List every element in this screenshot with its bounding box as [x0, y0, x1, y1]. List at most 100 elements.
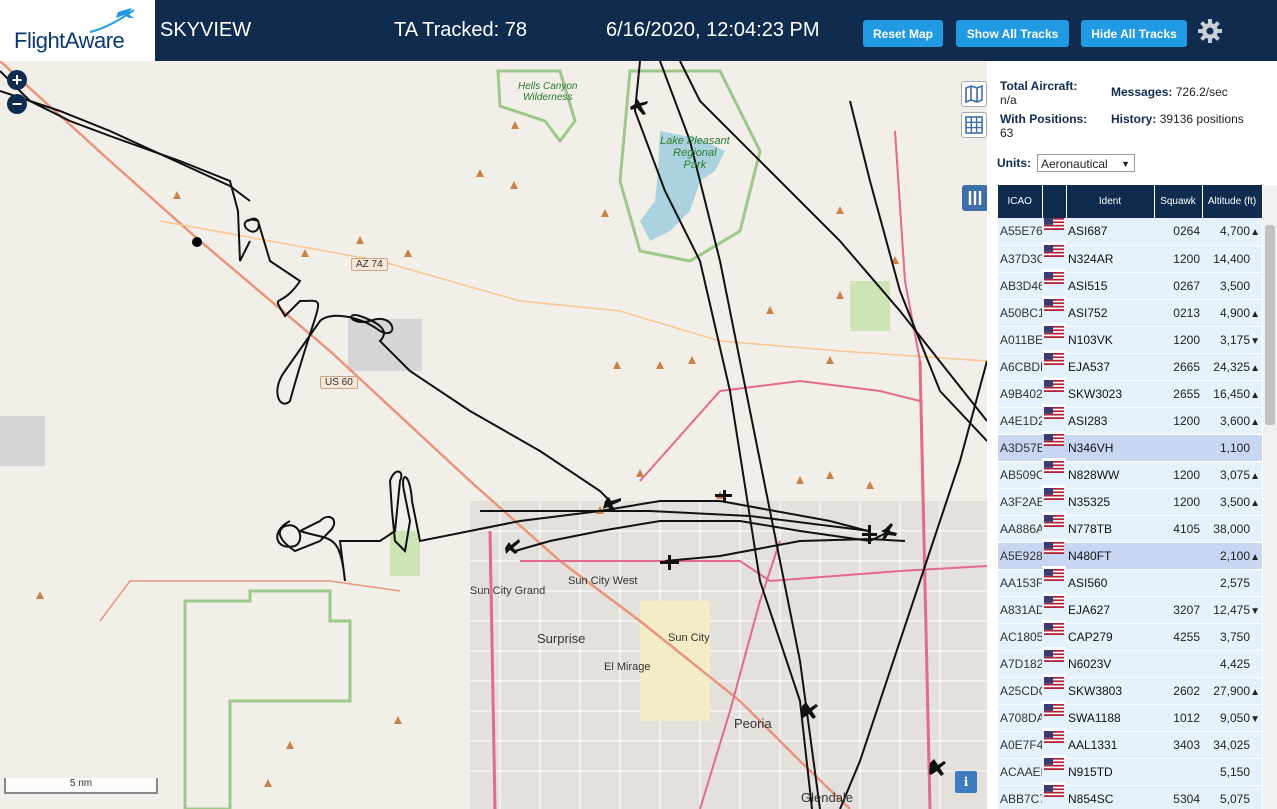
- us-flag-icon: [1044, 785, 1064, 797]
- ident-cell: N6023V: [1066, 650, 1154, 678]
- map-grid-button[interactable]: [961, 112, 987, 138]
- altitude-cell: 2,100▲: [1202, 542, 1262, 570]
- squawk-cell: 1200: [1154, 407, 1202, 435]
- table-row[interactable]: A50BC1 ASI752 0213 4,900▲: [998, 299, 1262, 327]
- table-row[interactable]: A6CBDDEJA537266524,325▲: [998, 353, 1262, 381]
- icao-cell: A25CDC: [998, 677, 1042, 705]
- icao-column-header[interactable]: ICAO: [998, 185, 1043, 218]
- reset-map-button[interactable]: Reset Map: [863, 20, 943, 47]
- table-row[interactable]: AB509C N828WW 1200 3,075▲: [998, 461, 1262, 489]
- icao-cell: A50BC1: [998, 299, 1042, 327]
- squawk-column-header[interactable]: Squawk: [1154, 185, 1203, 218]
- altitude-cell: 16,450▲: [1202, 380, 1262, 408]
- table-row[interactable]: A4E1D2 ASI283 1200 3,600▲: [998, 407, 1262, 435]
- el-mirage-label: El Mirage: [604, 661, 651, 673]
- table-row[interactable]: AA153F ASI560 2,575: [998, 569, 1262, 597]
- show-all-tracks-button[interactable]: Show All Tracks: [956, 20, 1069, 47]
- us-flag-icon: [1042, 245, 1066, 270]
- hide-all-tracks-button[interactable]: Hide All Tracks: [1081, 20, 1187, 47]
- map-icon: [965, 84, 983, 104]
- icao-cell: A9B402: [998, 380, 1042, 408]
- us-flag-icon: [1042, 569, 1066, 594]
- flag-column-header[interactable]: [1042, 185, 1067, 218]
- total-aircraft-value: n/a: [1000, 93, 1017, 107]
- altitude-value: 9,050: [1219, 710, 1250, 725]
- lake-pleasant-label: Lake Pleasant Regional Park: [660, 135, 730, 171]
- table-row[interactable]: ABB7C7 N854SC 5304 5,075: [998, 785, 1262, 809]
- altitude-cell: 3,500▲: [1202, 488, 1262, 516]
- altitude-cell: 3,600▲: [1202, 407, 1262, 435]
- us-flag-icon: [1042, 677, 1066, 702]
- table-row[interactable]: A7D182 N6023V 4,425: [998, 650, 1262, 678]
- table-row[interactable]: A3D57B N346VH 1,100: [998, 434, 1262, 462]
- icao-cell: A37D3C: [998, 245, 1042, 273]
- altitude-trend-icon: ▲: [1250, 416, 1260, 428]
- zoom-out-button[interactable]: −: [7, 94, 27, 114]
- info-button[interactable]: i: [955, 771, 977, 793]
- total-aircraft-stat: Total Aircraft: n/a: [1000, 79, 1077, 107]
- gear-icon[interactable]: [1196, 17, 1224, 45]
- squawk-cell: 2665: [1154, 353, 1202, 381]
- ident-cell: N35325: [1066, 488, 1154, 516]
- icao-cell: A6CBDD: [998, 353, 1042, 381]
- loop303-north: [639, 379, 921, 482]
- table-row[interactable]: A37D3C N324AR 1200 14,400: [998, 245, 1262, 273]
- table-row[interactable]: A25CDCSKW3803260227,900▲: [998, 677, 1262, 705]
- zoom-in-button[interactable]: +: [7, 70, 27, 90]
- ident-cell: CAP279: [1066, 623, 1154, 651]
- aircraft-table: ICAO Ident Squawk Altitude (ft) A55E76 AS…: [998, 185, 1263, 809]
- map-view[interactable]: Hells Canyon Wilderness Lake Pleasant Regi…: [0, 61, 987, 809]
- table-row[interactable]: A9B402 SKW3023 2655 16,450▲: [998, 380, 1262, 408]
- table-row[interactable]: A55E76 ASI687 0264 4,700▲: [998, 218, 1262, 246]
- table-scrollbar[interactable]: [1263, 185, 1277, 809]
- altitude-column-header[interactable]: Altitude (ft): [1202, 185, 1263, 218]
- units-select[interactable]: Aeronautical ▼: [1037, 154, 1135, 172]
- az74-shield: AZ 74: [351, 258, 388, 271]
- us-flag-icon: [1042, 272, 1066, 297]
- altitude-value: 3,175: [1219, 332, 1250, 347]
- altitude-cell: 1,100: [1202, 434, 1262, 462]
- us-flag-icon: [1044, 488, 1064, 500]
- us-flag-icon: [1042, 326, 1066, 351]
- table-row[interactable]: AA886A N778TB 4105 38,000: [998, 515, 1262, 543]
- scrollbar-thumb[interactable]: [1265, 225, 1275, 425]
- icao-cell: AB3D46: [998, 272, 1042, 300]
- ident-column-header[interactable]: Ident: [1066, 185, 1155, 218]
- icao-cell: AC1805: [998, 623, 1042, 651]
- altitude-cell: 34,025: [1202, 731, 1262, 759]
- flightaware-logo[interactable]: FlightAware: [0, 0, 155, 61]
- ident-cell: N915TD: [1066, 758, 1154, 786]
- green-area: [850, 281, 890, 331]
- icao-cell: A011BE: [998, 326, 1042, 354]
- table-row[interactable]: A3F2AE N35325 1200 3,500▲: [998, 488, 1262, 516]
- us-flag-icon: [1044, 299, 1064, 311]
- table-row[interactable]: A0E7F4 AAL1331 3403 34,025: [998, 731, 1262, 759]
- map-layers-button[interactable]: [961, 81, 987, 107]
- table-row[interactable]: AC1805 CAP279 4255 3,750: [998, 623, 1262, 651]
- table-row[interactable]: A5E928 N480FT 2,100▲: [998, 542, 1262, 570]
- column-toggle-button[interactable]: [962, 185, 987, 211]
- table-row[interactable]: A011BE N103VK 1200 3,175▼: [998, 326, 1262, 354]
- altitude-cell: 12,475▼: [1202, 596, 1262, 624]
- table-row[interactable]: AB3D46 ASI515 0267 3,500: [998, 272, 1262, 300]
- table-row[interactable]: ACAAEB N915TD 5,150: [998, 758, 1262, 786]
- altitude-cell: 3,750: [1202, 623, 1262, 651]
- squawk-cell: [1154, 434, 1202, 462]
- table-row[interactable]: A708DA SWA1188 1012 9,050▼: [998, 704, 1262, 732]
- altitude-trend-icon: ▲: [1250, 551, 1260, 563]
- logo-text: FlightAware: [14, 28, 125, 53]
- map-canvas[interactable]: [0, 61, 987, 809]
- icao-cell: A55E76: [998, 218, 1042, 246]
- table-row[interactable]: A831AD EJA627 3207 12,475▼: [998, 596, 1262, 624]
- sun-city-grand-label: Sun City Grand: [470, 585, 546, 597]
- with-positions-stat: With Positions: 63: [1000, 112, 1087, 140]
- altitude-cell: 38,000: [1202, 515, 1262, 543]
- icao-cell: AA153F: [998, 569, 1042, 597]
- altitude-cell: 5,075: [1202, 785, 1262, 809]
- us-flag-icon: [1042, 623, 1066, 648]
- squawk-cell: 0213: [1154, 299, 1202, 327]
- us-flag-icon: [1042, 704, 1066, 729]
- sun-city-west-label: Sun City West: [568, 575, 638, 587]
- altitude-value: 14,400: [1213, 251, 1250, 266]
- waypoint-marker[interactable]: [192, 237, 202, 247]
